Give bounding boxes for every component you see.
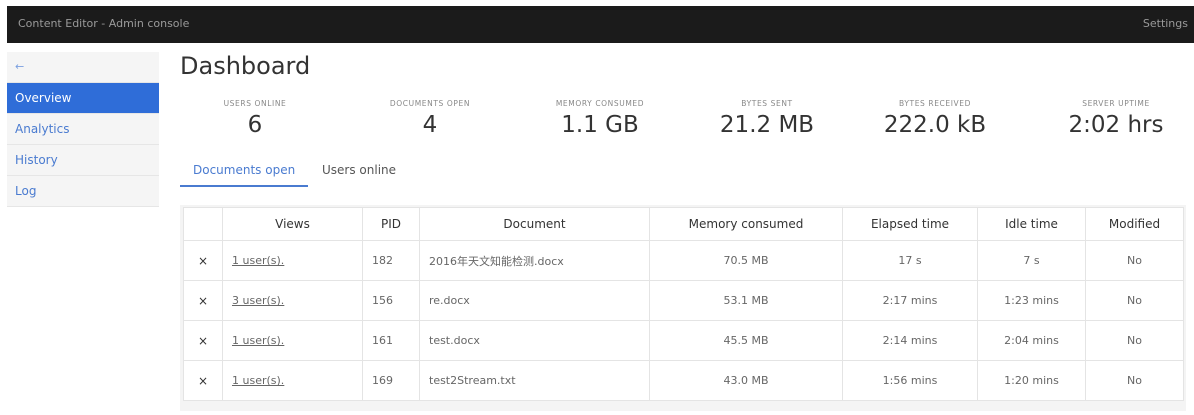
stat-memory-consumed: MEMORY CONSUMED 1.1 GB — [530, 99, 670, 138]
idle-cell: 1:20 mins — [977, 360, 1086, 401]
top-bar: Content Editor - Admin console Settings — [7, 6, 1194, 43]
stat-value: 222.0 kB — [883, 112, 987, 138]
modified-cell: No — [1085, 320, 1184, 361]
close-document-icon[interactable]: × — [183, 360, 223, 401]
tab-users-online[interactable]: Users online — [322, 163, 396, 177]
table-row: × 3 user(s). 156 re.docx 53.1 MB 2:17 mi… — [183, 280, 1184, 321]
idle-cell: 7 s — [977, 240, 1086, 281]
elapsed-cell: 17 s — [842, 240, 978, 281]
memory-cell: 43.0 MB — [649, 360, 843, 401]
stat-value: 6 — [247, 112, 263, 138]
column-header: Idle time — [977, 207, 1086, 241]
column-header: Document — [419, 207, 650, 241]
stat-label: MEMORY CONSUMED — [555, 99, 645, 108]
sidebar-item-analytics[interactable]: Analytics — [7, 114, 159, 145]
sidebar-item-log[interactable]: Log — [7, 176, 159, 207]
pid-cell: 156 — [362, 280, 420, 321]
column-header: Views — [222, 207, 363, 241]
sidebar-item-overview[interactable]: Overview — [7, 83, 159, 114]
stat-value: 2:02 hrs — [1068, 112, 1164, 138]
idle-cell: 1:23 mins — [977, 280, 1086, 321]
stat-label: USERS ONLINE — [223, 99, 287, 108]
close-document-icon[interactable]: × — [183, 320, 223, 361]
close-document-icon[interactable]: × — [183, 240, 223, 281]
elapsed-cell: 2:17 mins — [842, 280, 978, 321]
stat-server-uptime: SERVER UPTIME 2:02 hrs — [1046, 99, 1186, 138]
column-header: Modified — [1085, 207, 1184, 241]
views-link[interactable]: 3 user(s). — [232, 294, 284, 307]
elapsed-cell: 2:14 mins — [842, 320, 978, 361]
app-title: Content Editor - Admin console — [18, 17, 190, 30]
views-link[interactable]: 1 user(s). — [232, 374, 284, 387]
pid-cell: 169 — [362, 360, 420, 401]
stat-bytes-sent: BYTES SENT 21.2 MB — [697, 99, 837, 138]
modified-cell: No — [1085, 360, 1184, 401]
stat-label: SERVER UPTIME — [1082, 99, 1150, 108]
idle-cell: 2:04 mins — [977, 320, 1086, 361]
pid-cell: 182 — [362, 240, 420, 281]
tab-documents-open[interactable]: Documents open — [180, 163, 308, 187]
settings-link[interactable]: Settings — [1143, 17, 1188, 30]
stat-bytes-received: BYTES RECEIVED 222.0 kB — [865, 99, 1005, 138]
stat-value: 21.2 MB — [719, 112, 815, 138]
close-document-icon[interactable]: × — [183, 280, 223, 321]
document-cell: 2016年天文知能检测.docx — [419, 240, 650, 281]
table-header-row: Views PID Document Memory consumed Elaps… — [183, 207, 1184, 241]
views-link[interactable]: 1 user(s). — [232, 254, 284, 267]
sidebar: ← Overview Analytics History Log — [7, 52, 159, 207]
elapsed-cell: 1:56 mins — [842, 360, 978, 401]
pid-cell: 161 — [362, 320, 420, 361]
stat-documents-open: DOCUMENTS OPEN 4 — [360, 99, 500, 138]
table-row: × 1 user(s). 169 test2Stream.txt 43.0 MB… — [183, 360, 1184, 401]
stat-label: BYTES SENT — [741, 99, 793, 108]
table-row: × 1 user(s). 182 2016年天文知能检测.docx 70.5 M… — [183, 240, 1184, 281]
back-arrow-icon[interactable]: ← — [7, 52, 159, 83]
modified-cell: No — [1085, 280, 1184, 321]
document-cell: test.docx — [419, 320, 650, 361]
sidebar-item-history[interactable]: History — [7, 145, 159, 176]
page-title: Dashboard — [180, 52, 311, 80]
document-cell: test2Stream.txt — [419, 360, 650, 401]
column-header: Elapsed time — [842, 207, 978, 241]
memory-cell: 70.5 MB — [649, 240, 843, 281]
documents-table: Views PID Document Memory consumed Elaps… — [183, 207, 1184, 401]
views-link[interactable]: 1 user(s). — [232, 334, 284, 347]
column-header: Memory consumed — [649, 207, 843, 241]
stat-users-online: USERS ONLINE 6 — [185, 99, 325, 138]
column-header: PID — [362, 207, 420, 241]
stat-value: 1.1 GB — [561, 112, 639, 138]
document-cell: re.docx — [419, 280, 650, 321]
modified-cell: No — [1085, 240, 1184, 281]
documents-table-container: Views PID Document Memory consumed Elaps… — [180, 205, 1186, 411]
memory-cell: 45.5 MB — [649, 320, 843, 361]
column-header — [183, 207, 223, 241]
stat-label: DOCUMENTS OPEN — [389, 99, 471, 108]
memory-cell: 53.1 MB — [649, 280, 843, 321]
stat-value: 4 — [422, 112, 438, 138]
stat-label: BYTES RECEIVED — [899, 99, 971, 108]
table-row: × 1 user(s). 161 test.docx 45.5 MB 2:14 … — [183, 320, 1184, 361]
